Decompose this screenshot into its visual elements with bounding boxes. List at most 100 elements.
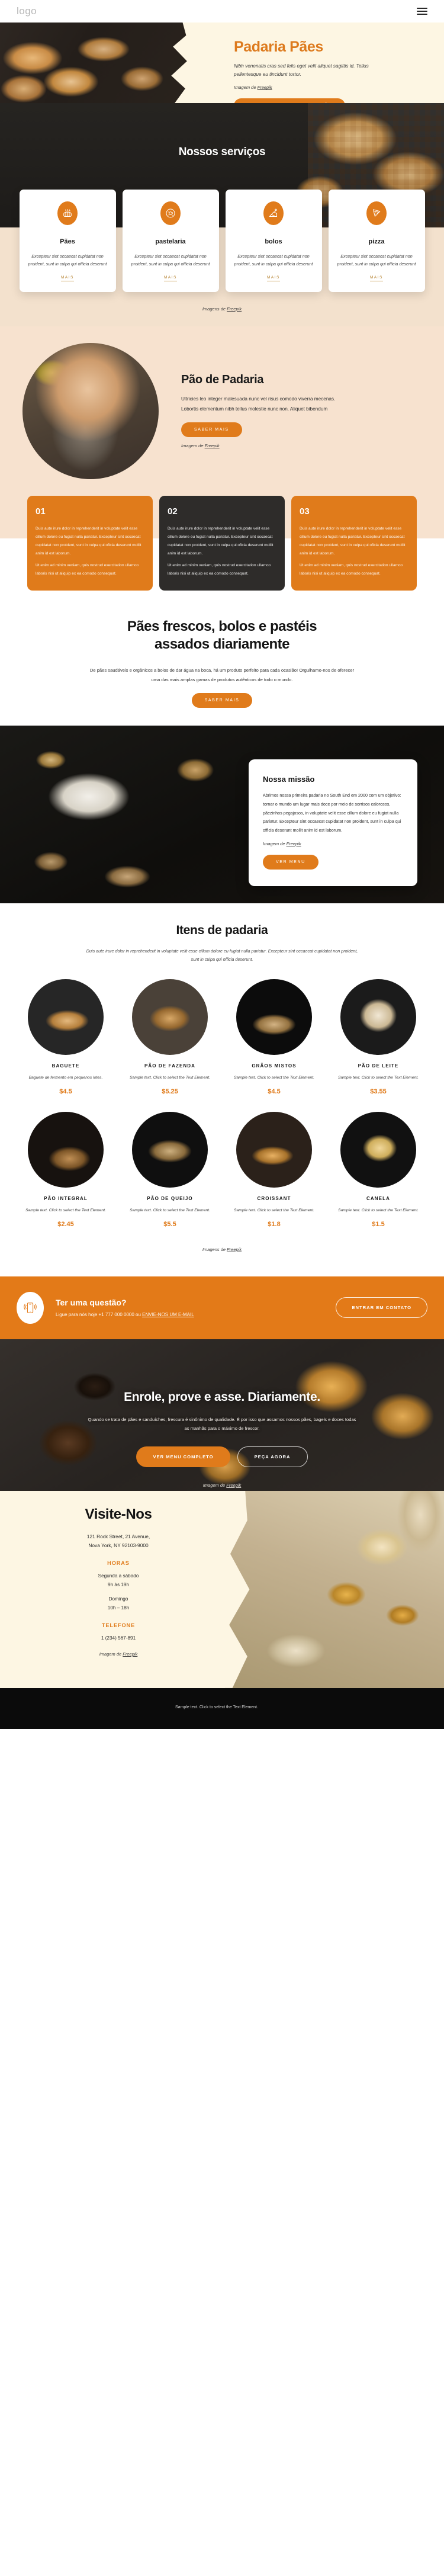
service-more-link[interactable]: MAIS — [369, 275, 384, 281]
service-card[interactable]: Pães Excepteur sint occaecat cupidatat n… — [19, 190, 116, 292]
contact-email-link[interactable]: ENVIE-NOS UM E-MAIL — [142, 1312, 194, 1317]
items-title: Itens de padaria — [176, 923, 268, 937]
service-name: Pães — [60, 238, 75, 245]
daily-title: Pães frescos, bolos e pastéis assados di… — [127, 618, 317, 653]
roll-content: Enrole, prove e asse. Diariamente. Quand… — [0, 1339, 444, 1490]
phone-label: TELEFONE — [101, 1622, 136, 1628]
pizza-slice-icon — [366, 201, 387, 225]
credit-prefix: Imagens de — [202, 1246, 227, 1252]
about-cta-button[interactable]: SABER MAIS — [181, 422, 242, 438]
product-card[interactable]: PÃO INTEGRAL Sample text. Click to selec… — [17, 1111, 115, 1240]
service-more-link[interactable]: MAIS — [163, 275, 178, 281]
hours-sunday-day: Domingo — [108, 1596, 128, 1602]
product-image — [340, 1111, 416, 1188]
contact-button[interactable]: ENTRAR EM CONTATO — [336, 1297, 427, 1319]
product-card[interactable]: BAGUETE Baguete de fermento em pequenos … — [17, 979, 115, 1107]
product-image — [340, 979, 416, 1056]
product-card[interactable]: PÃO DE LEITE Sample text. Click to selec… — [329, 979, 427, 1107]
credit-link[interactable]: Freepik — [226, 1483, 241, 1488]
daily-cta-button[interactable]: SABER MAIS — [191, 692, 253, 708]
card-number: 01 — [36, 506, 46, 517]
order-now-button[interactable]: PEÇA AGORA — [237, 1446, 308, 1467]
mission-title: Nossa missão — [263, 774, 315, 784]
credit-link[interactable]: Freepik — [205, 443, 220, 448]
credit-prefix: Imagem de — [202, 1482, 227, 1488]
hours-weekday-time: 9h às 19h — [108, 1581, 129, 1587]
about-image-credit: Imagem de Freepik — [181, 443, 359, 448]
product-price: $1.8 — [268, 1220, 281, 1228]
numbered-card: 03 Duis aute irure dolor in reprehenderi… — [291, 495, 417, 591]
service-name: bolos — [265, 238, 282, 245]
bakery-items-section: Itens de padaria Duis aute irure dolor i… — [0, 903, 444, 1276]
service-card[interactable]: pastelaria Excepteur sint occaecat cupid… — [122, 190, 219, 292]
service-name: pizza — [368, 238, 385, 245]
mission-cta-button[interactable]: VER MENU — [263, 854, 318, 870]
roll-title: Enrole, prove e asse. Diariamente. — [124, 1390, 320, 1404]
credit-prefix: Imagens de — [202, 306, 227, 312]
items-credit: Imagens de Freepik — [0, 1240, 444, 1272]
mobile-phone-ringing-icon — [17, 1291, 44, 1324]
service-description: Excepteur sint occaecat cupidatat non pr… — [28, 254, 107, 267]
service-more-link[interactable]: MAIS — [60, 275, 75, 281]
product-description: Baguete de fermento em pequenos lotes. — [28, 1076, 103, 1080]
product-description: Sample text. Click to select the Text El… — [129, 1076, 211, 1080]
bread-loaf-icon — [57, 201, 78, 225]
about-content: Pão de Padaria Ultricies leo integer mal… — [181, 373, 359, 448]
product-card[interactable]: PÃO DE QUEIJO Sample text. Click to sele… — [121, 1111, 219, 1240]
footer-text: Sample text. Click to select the Text El… — [175, 1705, 258, 1709]
product-card[interactable]: CROISSANT Sample text. Click to select t… — [225, 1111, 323, 1240]
credit-link[interactable]: Freepik — [227, 1247, 242, 1252]
hours-weekday-days: Segunda a sábado — [98, 1573, 139, 1579]
numbered-card: 01 Duis aute irure dolor in reprehenderi… — [27, 495, 153, 591]
hours-label: HORAS — [107, 1560, 130, 1566]
service-card[interactable]: bolos Excepteur sint occaecat cupidatat … — [225, 190, 322, 292]
services-credit: Imagens de Freepik — [0, 303, 444, 313]
mission-body: Abrimos nossa primeira padaria no South … — [263, 792, 401, 833]
services-section: Nossos serviços Pães Excepteur sint occa… — [0, 103, 444, 326]
product-image — [28, 1111, 104, 1188]
credit-link[interactable]: Freepik — [258, 85, 272, 90]
about-section: Pão de Padaria Ultricies leo integer mal… — [0, 326, 444, 485]
product-description: Sample text. Click to select the Text El… — [233, 1208, 315, 1212]
product-description: Sample text. Click to select the Text El… — [233, 1076, 315, 1080]
visit-address: 121 Rock Street, 21 Avenue, Nova York, N… — [0, 1532, 237, 1551]
credit-link[interactable]: Freepik — [287, 841, 301, 846]
mission-section: Nossa missão Abrimos nossa primeira pada… — [0, 725, 444, 903]
view-full-menu-button[interactable]: VER MENU COMPLETO — [136, 1446, 230, 1467]
service-card[interactable]: pizza Excepteur sint occaecat cupidatat … — [328, 190, 425, 292]
visit-section: Visite-Nos 121 Rock Street, 21 Avenue, N… — [0, 1490, 444, 1688]
hero-cta-button[interactable]: CONSULTE MAIS INFORMAÇÃO — [234, 98, 346, 103]
card-description: Duis aute irure dolor in reprehenderit i… — [300, 525, 408, 579]
site-logo[interactable]: logo — [17, 5, 37, 17]
phone-value[interactable]: 1 (234) 567-891 — [0, 1634, 237, 1643]
roll-buttons: VER MENU COMPLETO PEÇA AGORA — [0, 1446, 444, 1467]
card-paragraph: Duis aute irure dolor in reprehenderit i… — [300, 526, 406, 556]
daily-body: De pães saudáveis e orgânicos a bolos de… — [89, 668, 355, 683]
burger-line — [417, 8, 427, 9]
hours-sunday: Domingo 10h – 18h — [0, 1595, 237, 1613]
contact-line: Ligue para nós hoje +1 777 000 0000 ou E… — [56, 1312, 324, 1317]
daily-heading-section: Pães frescos, bolos e pastéis assados di… — [0, 604, 444, 726]
credit-prefix: Imagem de — [181, 443, 205, 449]
product-image — [236, 979, 312, 1056]
service-more-link[interactable]: MAIS — [266, 275, 281, 281]
product-price: $1.5 — [372, 1220, 385, 1228]
mission-image-credit: Imagem de Freepik — [263, 841, 403, 846]
numbered-cards-grid: 01 Duis aute irure dolor in reprehenderi… — [0, 491, 444, 605]
product-card[interactable]: GRÃOS MISTOS Sample text. Click to selec… — [225, 979, 323, 1107]
service-description: Excepteur sint occaecat cupidatat non pr… — [234, 254, 313, 267]
items-subtitle: Duis aute irure dolor in reprehenderit i… — [86, 948, 358, 962]
credit-prefix: Imagem de — [234, 85, 258, 91]
about-title: Pão de Padaria — [181, 373, 264, 386]
credit-link[interactable]: Freepik — [123, 1651, 137, 1657]
credit-link[interactable]: Freepik — [227, 306, 242, 312]
product-card[interactable]: PÃO DE FAZENDA Sample text. Click to sel… — [121, 979, 219, 1107]
about-body: Ultricies leo integer malesuada nunc vel… — [181, 396, 336, 412]
product-card[interactable]: CANELA Sample text. Click to select the … — [329, 1111, 427, 1240]
product-name: BAGUETE — [52, 1063, 80, 1069]
hamburger-menu-icon[interactable] — [417, 8, 427, 15]
product-description: Sample text. Click to select the Text El… — [337, 1208, 419, 1212]
product-name: GRÃOS MISTOS — [252, 1063, 297, 1069]
hero-title: Padaria Pães — [234, 39, 323, 55]
hero-subtitle: Nibh venenatis cras sed felis eget velit… — [234, 63, 369, 77]
